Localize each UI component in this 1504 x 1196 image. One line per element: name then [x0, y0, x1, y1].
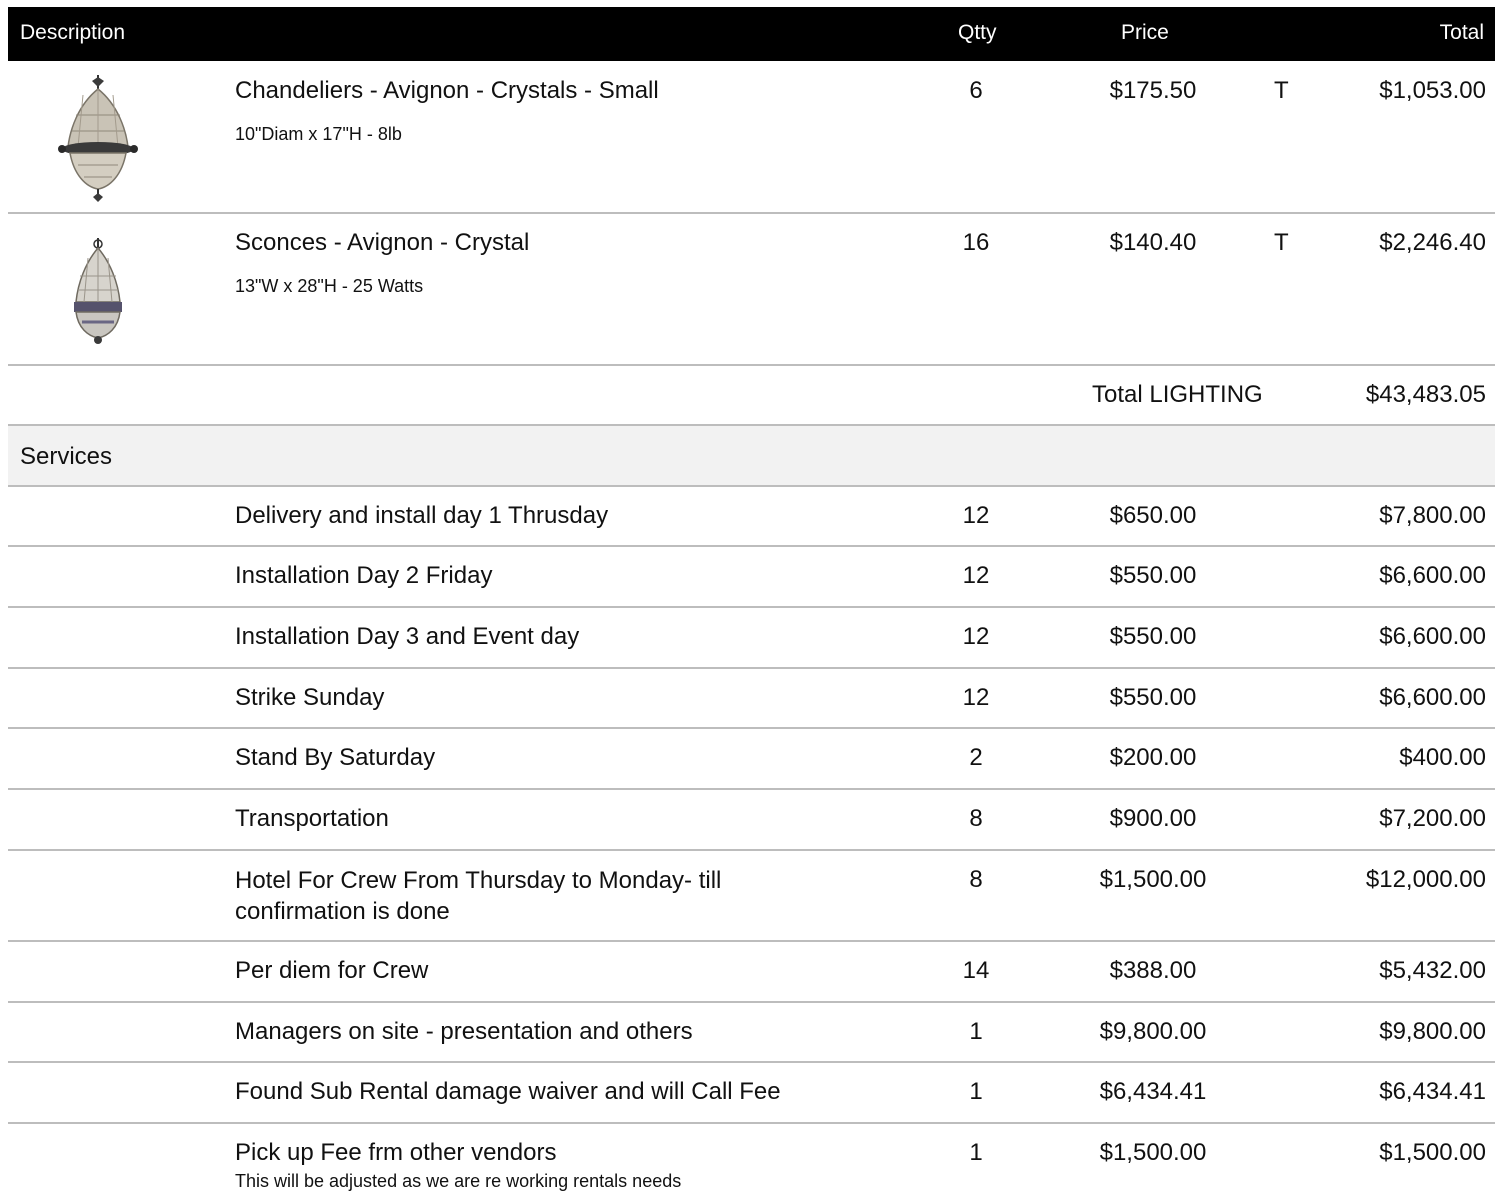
item-name: Found Sub Rental damage waiver and will …	[235, 1078, 781, 1105]
item-total: $6,434.41	[1379, 1078, 1486, 1105]
header-qty: Qtty	[958, 21, 997, 44]
item-qty: 12	[962, 623, 990, 650]
item-price: $1,500.00	[1099, 866, 1207, 893]
table-row: Strike Sunday 12 $550.00 $6,600.00	[8, 669, 1495, 729]
item-price: $900.00	[1109, 805, 1197, 832]
table-row: Pick up Fee frm other vendors This will …	[8, 1124, 1495, 1196]
item-name: Transportation	[235, 805, 389, 832]
item-total: $12,000.00	[1365, 866, 1486, 893]
table-row: Chandeliers - Avignon - Crystals - Small…	[8, 61, 1495, 214]
item-price: $550.00	[1109, 562, 1197, 589]
item-total: $2,246.40	[1379, 229, 1486, 256]
table-row: Per diem for Crew 14 $388.00 $5,432.00	[8, 942, 1495, 1003]
item-total: $1,500.00	[1379, 1139, 1486, 1166]
item-price: $550.00	[1109, 623, 1197, 650]
item-price: $6,434.41	[1099, 1078, 1207, 1105]
item-tax-flag: T	[1274, 229, 1289, 256]
item-qty: 1	[969, 1078, 983, 1105]
item-total: $400.00	[1399, 744, 1486, 771]
item-qty: 16	[962, 229, 990, 256]
item-total: $7,200.00	[1379, 805, 1486, 832]
item-total: $5,432.00	[1379, 957, 1486, 984]
item-price: $200.00	[1109, 744, 1197, 771]
subtotal-label: Total LIGHTING	[1092, 381, 1263, 408]
section-title: Services	[20, 443, 113, 470]
item-qty: 8	[969, 805, 983, 832]
item-total: $1,053.00	[1379, 77, 1486, 104]
item-qty: 12	[962, 562, 990, 589]
item-name: Installation Day 2 Friday	[235, 562, 493, 589]
item-qty: 12	[962, 502, 990, 529]
item-price: $140.40	[1109, 229, 1197, 256]
item-name: Per diem for Crew	[235, 957, 429, 984]
item-qty: 14	[962, 957, 990, 984]
item-details: 13"W x 28"H - 25 Watts	[235, 276, 424, 296]
item-name: Sconces - Avignon - Crystal	[235, 229, 530, 256]
item-name: Pick up Fee frm other vendors	[235, 1139, 557, 1166]
chandelier-image	[58, 75, 138, 202]
header-total: Total	[1439, 21, 1484, 44]
item-price: $388.00	[1109, 957, 1197, 984]
item-price: $650.00	[1109, 502, 1197, 529]
header-price: Price	[1121, 21, 1169, 44]
item-qty: 8	[969, 866, 983, 893]
table-row: Sconces - Avignon - Crystal 13"W x 28"H …	[8, 214, 1495, 366]
table-row: Stand By Saturday 2 $200.00 $400.00	[8, 729, 1495, 790]
header-description: Description	[20, 21, 126, 44]
subtotal-row: Total LIGHTING $43,483.05	[8, 366, 1495, 426]
item-qty: 6	[969, 77, 983, 104]
item-name: Strike Sunday	[235, 684, 385, 711]
item-price: $175.50	[1109, 77, 1197, 104]
item-details: 10"Diam x 17"H - 8lb	[235, 124, 402, 144]
item-qty: 1	[969, 1018, 983, 1045]
item-total: $7,800.00	[1379, 502, 1486, 529]
item-tax-flag: T	[1274, 77, 1289, 104]
table-row: Installation Day 2 Friday 12 $550.00 $6,…	[8, 547, 1495, 608]
table-row: Hotel For Crew From Thursday to Monday- …	[8, 851, 1495, 942]
item-name: Hotel For Crew From Thursday to Monday- …	[235, 867, 722, 925]
item-name: Delivery and install day 1 Thrusday	[235, 502, 609, 529]
item-price: $1,500.00	[1099, 1139, 1207, 1166]
table-row: Managers on site - presentation and othe…	[8, 1003, 1495, 1063]
item-name: Chandeliers - Avignon - Crystals - Small	[235, 77, 659, 104]
item-name: Installation Day 3 and Event day	[235, 623, 580, 650]
table-header: Description Qtty Price Total	[8, 7, 1495, 61]
sconce-image	[74, 238, 122, 344]
subtotal-value: $43,483.05	[1365, 381, 1486, 408]
item-price: $9,800.00	[1099, 1018, 1207, 1045]
section-header: Services	[8, 426, 1495, 487]
table-row: Found Sub Rental damage waiver and will …	[8, 1063, 1495, 1124]
item-name: Managers on site - presentation and othe…	[235, 1018, 693, 1045]
item-total: $6,600.00	[1379, 623, 1486, 650]
table-row: Installation Day 3 and Event day 12 $550…	[8, 608, 1495, 669]
table-row: Transportation 8 $900.00 $7,200.00	[8, 790, 1495, 851]
item-total: $6,600.00	[1379, 684, 1486, 711]
item-qty: 2	[969, 744, 983, 771]
item-name: Stand By Saturday	[235, 744, 436, 771]
item-total: $6,600.00	[1379, 562, 1486, 589]
item-qty: 1	[969, 1139, 983, 1166]
item-total: $9,800.00	[1379, 1018, 1486, 1045]
table-row: Delivery and install day 1 Thrusday 12 $…	[8, 487, 1495, 547]
item-note: This will be adjusted as we are re worki…	[235, 1171, 682, 1191]
item-qty: 12	[962, 684, 990, 711]
item-price: $550.00	[1109, 684, 1197, 711]
